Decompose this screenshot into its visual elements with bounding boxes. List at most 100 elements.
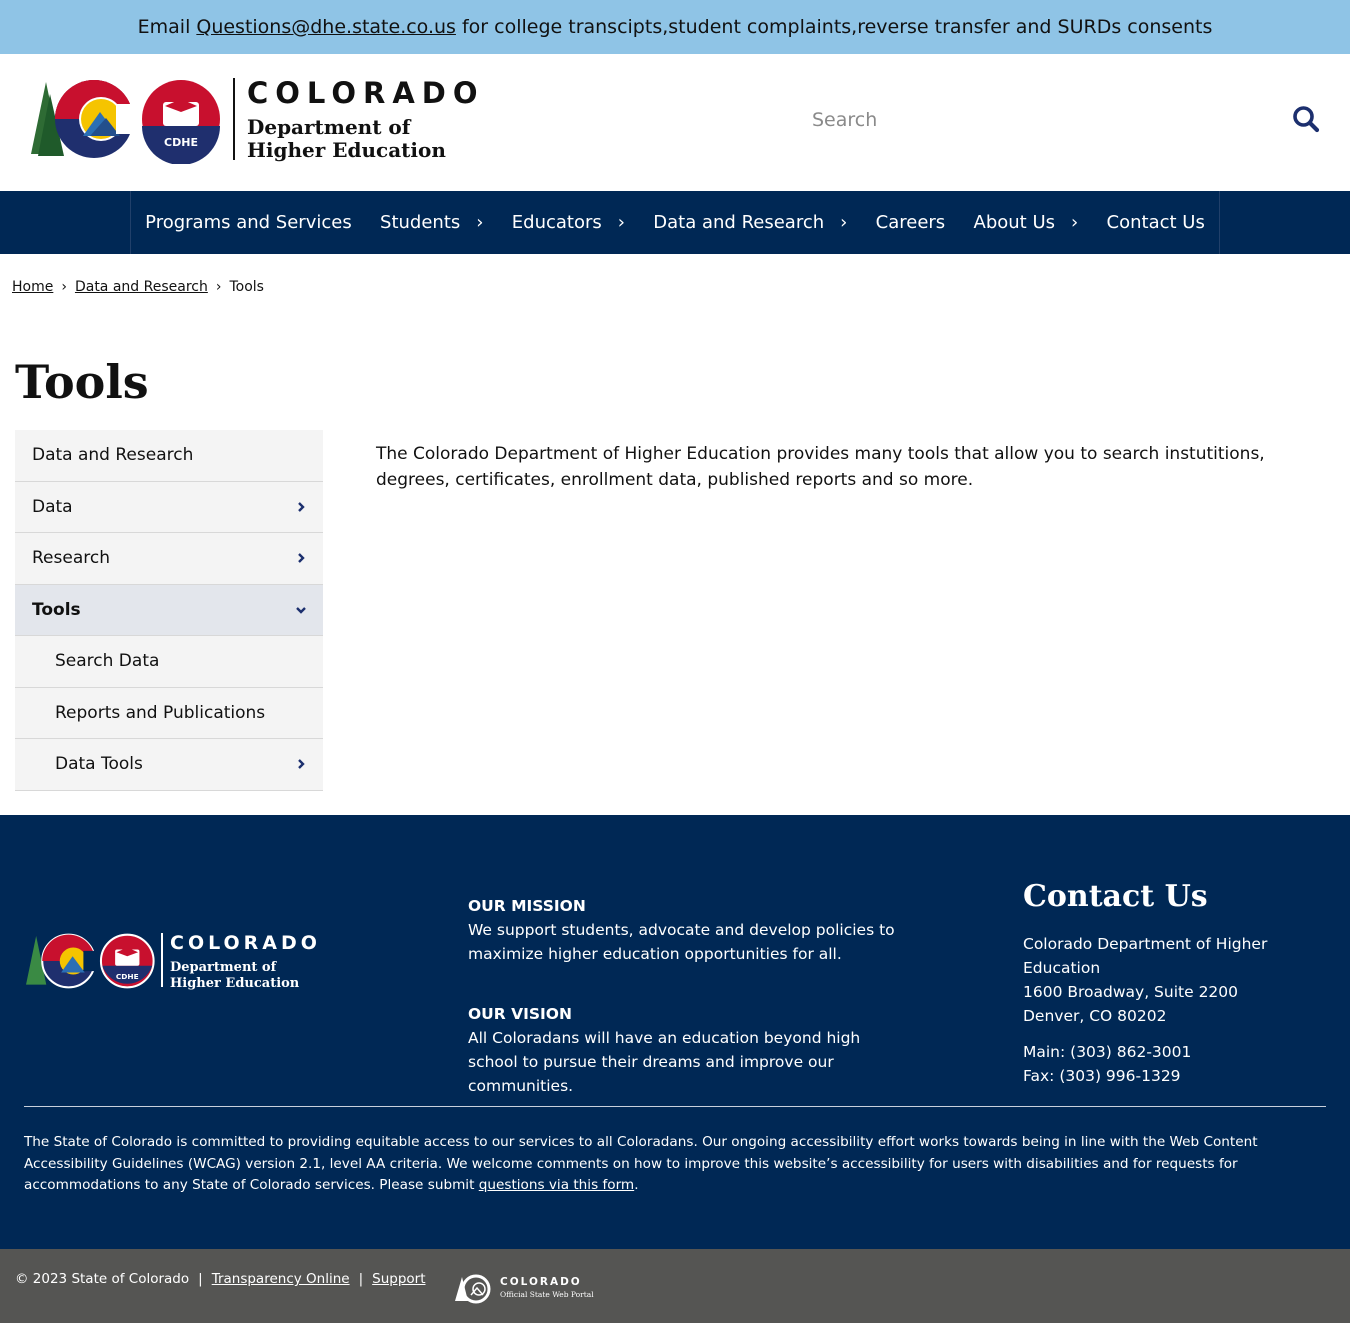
cdhe-logo[interactable]: CDHE COLORADO Department of Higher Educa… [28, 74, 488, 165]
chevron-right-icon[interactable]: › [840, 212, 847, 233]
chevron-down-icon[interactable] [295, 604, 307, 616]
contact-fax: Fax: (303) 996-1329 [1023, 1067, 1181, 1085]
side-nav: Data and Research Data Research Tools Se… [15, 430, 323, 791]
accessibility-end: . [634, 1177, 639, 1193]
support-link[interactable]: Support [372, 1271, 425, 1287]
footer-contact: Contact Us Colorado Department of Higher… [1023, 879, 1343, 1088]
breadcrumb-home[interactable]: Home [12, 279, 53, 295]
logo-line-1: Department of [247, 115, 411, 139]
nav-item-label: Careers [875, 212, 946, 233]
contact-main-phone: Main: (303) 862-3001 [1023, 1043, 1192, 1061]
footer-logo-word-colorado: COLORADO [170, 932, 321, 954]
footer-logo[interactable]: CDHE COLORADO Department of Higher Educa… [24, 930, 334, 1000]
nav-item-about-us[interactable]: About Us › [974, 212, 1079, 233]
chevron-right-icon[interactable]: › [1071, 212, 1078, 233]
footer-mission: OUR MISSION We support students, advocat… [468, 894, 898, 966]
sidenav-item-label: Research [32, 548, 110, 569]
search-icon [1293, 105, 1320, 132]
sidenav-item-data[interactable]: Data [15, 481, 323, 533]
sidenav-item-research[interactable]: Research [15, 533, 323, 585]
footer-logo-badge-text: CDHE [116, 972, 139, 981]
sidenav-item-search-data[interactable]: Search Data [15, 636, 323, 688]
site-header: CDHE COLORADO Department of Higher Educa… [0, 54, 1350, 191]
sidenav-item-tools[interactable]: Tools [15, 584, 323, 636]
nav-item-label: Contact Us [1106, 212, 1205, 233]
nav-item-contact-us[interactable]: Contact Us [1107, 212, 1205, 233]
alert-suffix: for college transcipts,student complaint… [461, 16, 1213, 38]
search-box [800, 92, 1330, 148]
footer-logo-line-1: Department of [170, 960, 277, 975]
state-portal-logo[interactable]: COLORADO Official State Web Portal [454, 1273, 604, 1305]
alert-banner: Email Questions@dhe.state.co.us for coll… [0, 0, 1350, 54]
chevron-right-icon[interactable]: › [618, 212, 625, 233]
bottom-links: © 2023 State of Colorado | Transparency … [15, 1271, 426, 1287]
logo-line-2: Higher Education [247, 138, 446, 162]
portal-word-official: Official State Web Portal [500, 1290, 594, 1299]
mission-text: We support students, advocate and develo… [468, 921, 895, 963]
chevron-right-icon[interactable] [295, 501, 307, 513]
nav-item-label: Data and Research [653, 212, 825, 233]
nav-item-label: Programs and Services [145, 212, 352, 233]
sidenav-item-label: Search Data [55, 651, 160, 672]
sidenav-item-label: Data and Research [32, 445, 194, 466]
vision-text: All Coloradans will have an education be… [468, 1029, 861, 1095]
bottom-bar: © 2023 State of Colorado | Transparency … [0, 1249, 1350, 1323]
logo-word-colorado: COLORADO [247, 76, 485, 110]
footer-vision: OUR VISION All Coloradans will have an e… [468, 1002, 898, 1098]
contact-city: Denver, CO 80202 [1023, 1007, 1167, 1025]
sidenav-item-data-tools[interactable]: Data Tools [15, 739, 323, 791]
logo-word-department: Department of Higher Education [247, 116, 446, 162]
accessibility-form-link[interactable]: questions via this form [479, 1177, 634, 1193]
chevron-right-icon[interactable] [295, 758, 307, 770]
logo-badge-text: CDHE [164, 136, 198, 149]
alert-prefix: Email [137, 16, 191, 38]
colorado-c-logo-icon: CDHE [26, 933, 155, 989]
chevron-right-icon[interactable] [295, 552, 307, 564]
search-button[interactable] [1288, 102, 1324, 138]
sidenav-item-label: Data Tools [55, 754, 143, 775]
accessibility-text: The State of Colorado is committed to pr… [24, 1134, 1258, 1193]
nav-item-careers[interactable]: Careers [876, 212, 946, 233]
breadcrumb-separator: › [61, 279, 67, 295]
vision-heading: OUR VISION [468, 1005, 572, 1023]
nav-item-programs-and-services[interactable]: Programs and Services [145, 212, 352, 233]
accessibility-statement: The State of Colorado is committed to pr… [24, 1132, 1326, 1197]
nav-item-label: Educators [511, 212, 602, 233]
breadcrumb: Home › Data and Research › Tools [12, 279, 264, 295]
breadcrumb-separator: › [215, 279, 222, 295]
main-nav-list: Programs and Services Students › Educato… [130, 191, 1220, 254]
intro-paragraph: The Colorado Department of Higher Educat… [376, 444, 1265, 490]
footer-divider [24, 1106, 1326, 1107]
nav-item-students[interactable]: Students › [380, 212, 483, 233]
sidenav-item-label: Reports and Publications [55, 702, 266, 723]
footer-logo-divider [161, 933, 163, 987]
colorado-c-logo-icon: CDHE [31, 80, 220, 165]
nav-item-educators[interactable]: Educators › [512, 212, 625, 233]
nav-item-label: About Us [973, 212, 1056, 233]
sidenav-item-label: Tools [32, 599, 81, 620]
site-footer: CDHE COLORADO Department of Higher Educa… [0, 815, 1350, 1249]
nav-item-label: Students [380, 212, 461, 233]
page-title: Tools [15, 355, 149, 409]
contact-street: 1600 Broadway, Suite 2200 [1023, 983, 1239, 1001]
contact-heading: Contact Us [1023, 879, 1208, 914]
footer-logo-word-department: Department of Higher Education [170, 960, 299, 992]
copyright-text: © 2023 State of Colorado [15, 1271, 190, 1287]
portal-word-colorado: COLORADO [500, 1276, 582, 1288]
nav-item-data-and-research[interactable]: Data and Research › [653, 212, 847, 233]
breadcrumb-data-and-research[interactable]: Data and Research [75, 279, 208, 295]
chevron-right-icon[interactable]: › [476, 212, 483, 233]
footer-logo-line-2: Higher Education [170, 976, 300, 991]
search-input[interactable] [800, 100, 1270, 140]
logo-divider [233, 78, 235, 160]
main-nav: Programs and Services Students › Educato… [0, 191, 1350, 254]
breadcrumb-current: Tools [229, 279, 264, 295]
bottom-separator: | [358, 1271, 364, 1287]
bottom-separator: | [198, 1271, 203, 1287]
transparency-online-link[interactable]: Transparency Online [212, 1271, 350, 1287]
sidenav-item-data-and-research[interactable]: Data and Research [15, 430, 323, 482]
sidenav-item-reports-and-publications[interactable]: Reports and Publications [15, 687, 323, 739]
mission-heading: OUR MISSION [468, 897, 586, 915]
alert-email-link[interactable]: Questions@dhe.state.co.us [196, 16, 456, 38]
sidenav-item-label: Data [32, 496, 73, 517]
